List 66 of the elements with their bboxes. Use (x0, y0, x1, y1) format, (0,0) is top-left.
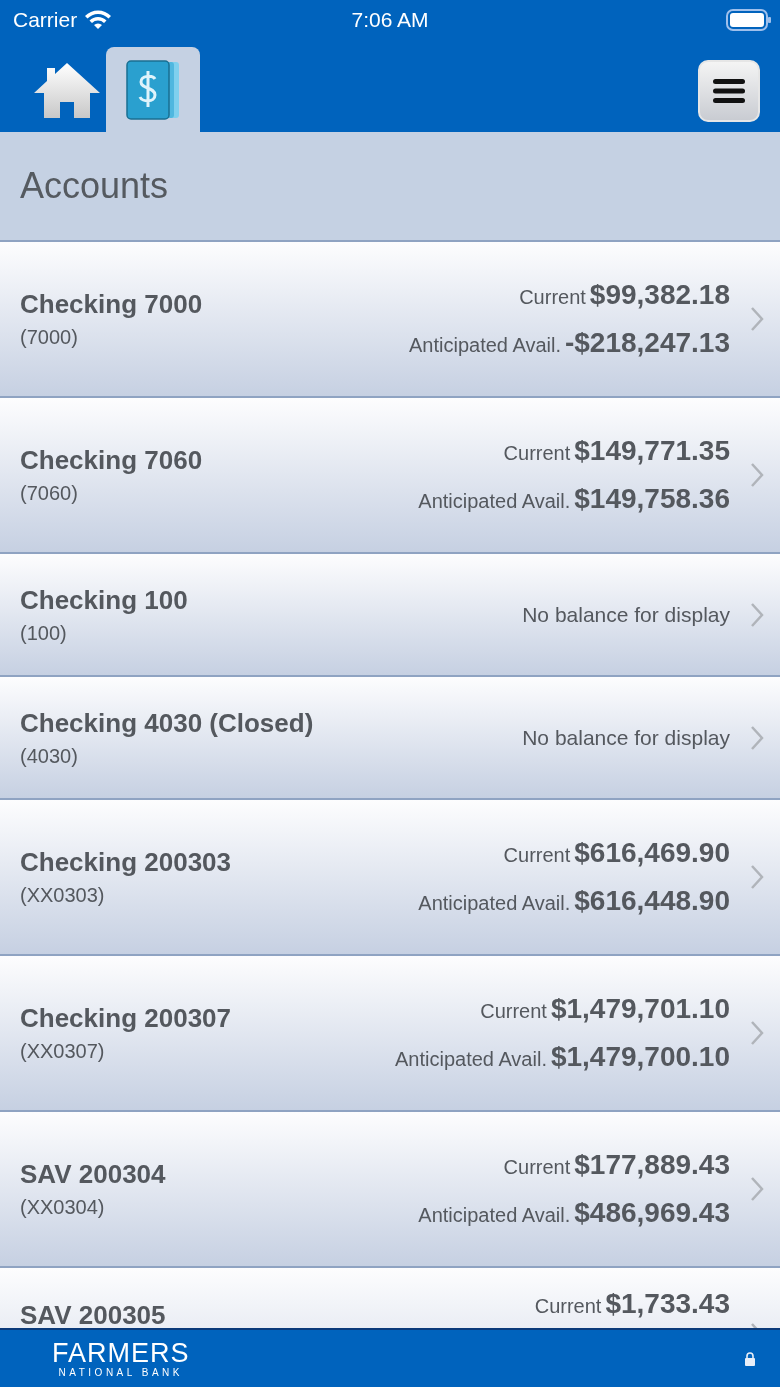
balance-label: Anticipated Avail. (409, 334, 561, 357)
chevron-icon (750, 1176, 764, 1202)
account-number: (XX0307) (20, 1040, 106, 1063)
balance-amount: $1,479,700.10 (550, 1041, 730, 1073)
balance-amount: $99,382.18 (589, 279, 730, 311)
menu-icon (712, 78, 746, 104)
bank-logo-name: FARMERS (52, 1339, 190, 1367)
balance-label: Anticipated Avail. (395, 1048, 547, 1071)
balance-label: Anticipated Avail. (418, 1204, 571, 1227)
account-name: SAV 200304 (20, 1159, 167, 1190)
balance-label: Anticipated Avail. (418, 490, 571, 513)
balance-label: Current (519, 286, 586, 309)
clock-time: 7:06 AM (350, 8, 430, 32)
account-row[interactable]: SAV 200305 Current$1,733.43 (0, 1268, 780, 1328)
balance-amount: -$218,247.13 (564, 327, 730, 359)
balance-amount: $149,758.36 (574, 483, 730, 515)
account-number: (XX0304) (20, 1196, 106, 1219)
balance-amount: $1,479,701.10 (550, 993, 730, 1025)
account-row[interactable]: Checking 100 (100) No balance for display (0, 554, 780, 677)
balance-label: Current (503, 1156, 571, 1179)
balance-label: Current (503, 844, 571, 867)
bank-logo-subtitle: NATIONAL BANK (58, 1366, 183, 1378)
account-row[interactable]: Checking 200303 (XX0303) Current$616,469.90 Anticipated Avail.$616,448.90 (0, 800, 780, 956)
account-row[interactable]: Checking 7000 (7000) Current$99,382.18 Anticipated Avail.-$218,247.13 (0, 242, 780, 398)
account-row[interactable]: Checking 4030 (Closed) (4030) No balance for display (0, 677, 780, 800)
account-number: (XX0303) (20, 884, 106, 907)
dollar-card-icon (125, 58, 181, 121)
chevron-icon (750, 724, 764, 751)
menu-button[interactable] (698, 60, 760, 122)
balance-amount: $616,448.90 (574, 885, 730, 917)
account-name: Checking 4030 (Closed) (20, 707, 315, 739)
account-row[interactable]: Checking 7060 (7060) Current$149,771.35 Anticipated Avail.$149,758.36 (0, 398, 780, 554)
account-name: Checking 7060 (20, 445, 204, 476)
account-row[interactable]: SAV 200304 (XX0304) Current$177,889.43 Anticipated Avail.$486,969.43 (0, 1112, 780, 1268)
account-number: (7060) (20, 482, 79, 505)
account-name: Checking 100 (20, 584, 189, 616)
carrier-name: Carrier (13, 8, 78, 32)
account-number: (100) (20, 621, 68, 645)
balance-amount: $177,889.43 (574, 1149, 730, 1181)
balance-amount: $616,469.90 (574, 837, 730, 869)
account-row[interactable]: Checking 200307 (XX0307) Current$1,479,701.10 Anticipated Avail.$1,479,700.10 (0, 956, 780, 1112)
balance-label: Current (480, 1000, 547, 1023)
no-balance-message: No balance for display (522, 725, 730, 750)
chevron-icon (750, 601, 764, 628)
account-name: Checking 7000 (20, 289, 204, 320)
no-balance-message: No balance for display (522, 602, 730, 627)
balance-amount: $1,733.43 (605, 1288, 730, 1320)
chevron-icon (750, 1020, 764, 1046)
account-name: Checking 200307 (20, 1003, 232, 1034)
chevron-icon (750, 306, 764, 332)
lock-icon (744, 1351, 756, 1366)
page-title: Accounts (20, 165, 169, 207)
battery-icon (726, 9, 772, 31)
balance-label: Current (534, 1295, 602, 1318)
balance-label: Anticipated Avail. (418, 892, 571, 915)
chevron-icon (750, 462, 764, 488)
account-name: Checking 200303 (20, 847, 232, 878)
balance-amount: $149,771.35 (574, 435, 730, 467)
accounts-tab[interactable] (106, 47, 200, 132)
balance-amount: $486,969.43 (574, 1197, 730, 1229)
account-number: (7000) (20, 326, 79, 349)
account-name: SAV 200305 (20, 1300, 167, 1328)
account-number: (4030) (20, 744, 79, 768)
balance-label: Current (503, 442, 571, 465)
chevron-icon (750, 864, 764, 890)
wifi-icon (83, 9, 114, 31)
